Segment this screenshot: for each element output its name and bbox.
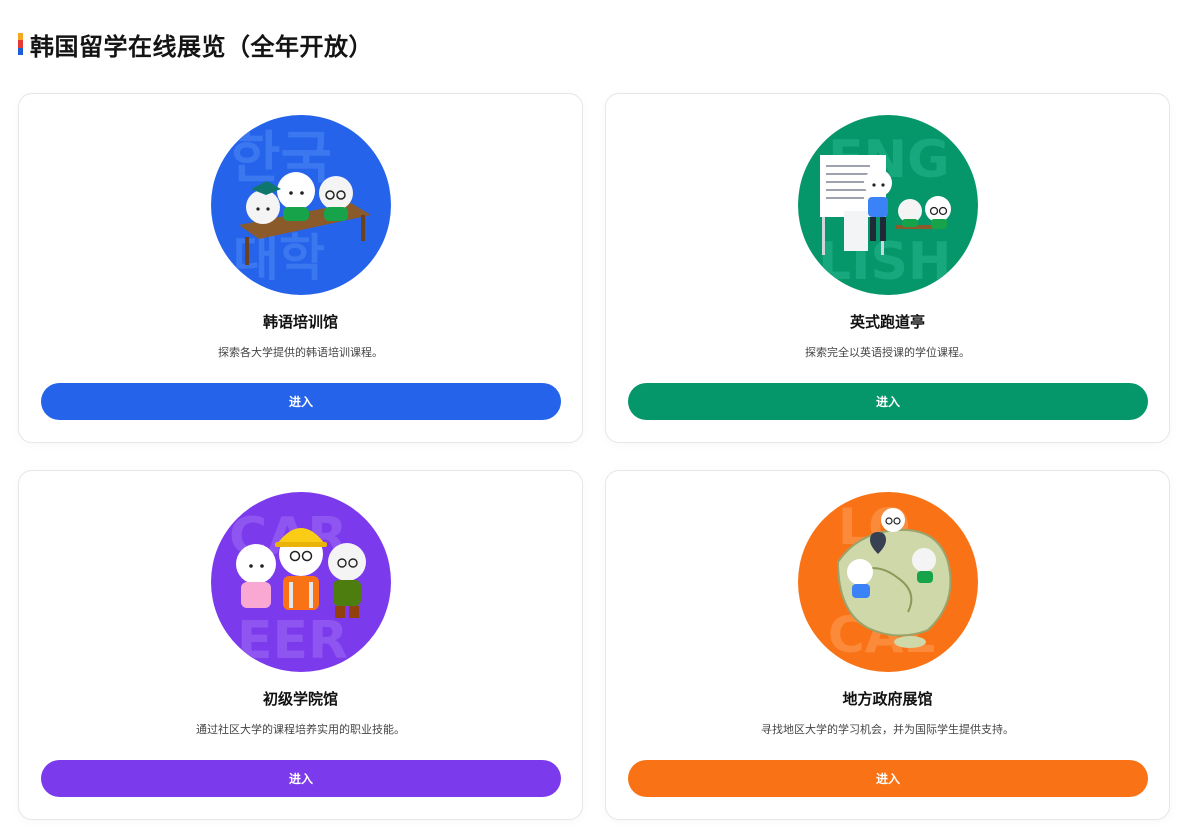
enter-college-button[interactable]: 进入 — [41, 760, 561, 797]
card-description: 探索完全以英语授课的学位课程。 — [805, 346, 970, 359]
pavilion-card-korean: 한국 대학 韩语培训馆 探索各大学提供的韩语培训课程。 进入 — [18, 93, 583, 443]
pavilion-card-college: CAR EER — [18, 470, 583, 820]
page: 韩国留学在线展览（全年开放） 한국 대학 韩语培训馆 探索各大学提供的韩语培训课… — [0, 0, 1189, 832]
card-description: 通过社区大学的课程培养实用的职业技能。 — [196, 723, 405, 736]
title-accent-bar — [18, 33, 23, 55]
card-title: 地方政府展馆 — [842, 690, 933, 708]
card-description: 探索各大学提供的韩语培训课程。 — [218, 346, 383, 359]
page-title: 韩国留学在线展览（全年开放） — [30, 32, 373, 61]
svg-text:EER: EER — [237, 611, 348, 671]
card-title: 初级学院馆 — [262, 690, 338, 708]
card-title: 英式跑道亭 — [849, 313, 925, 331]
enter-english-button[interactable]: 进入 — [628, 383, 1148, 420]
page-header: 韩国留学在线展览（全年开放） — [18, 27, 373, 61]
pavilion-card-english: ENG LISH 英式跑道亭 探索完全以英语授课的学位课程。 进入 — [605, 93, 1170, 443]
enter-local-button[interactable]: 进入 — [628, 760, 1148, 797]
korea-map-illustration: LO CAL — [798, 492, 978, 672]
enter-korean-button[interactable]: 进入 — [41, 383, 561, 420]
english-class-illustration: ENG LISH — [798, 115, 978, 295]
pavilion-card-local: LO CAL 地方政府展馆 寻找地区大学的学习机会，并为国际学生提供支持。 进入 — [605, 470, 1170, 820]
pavilion-grid: 한국 대학 韩语培训馆 探索各大学提供的韩语培训课程。 进入 ENG LISH … — [18, 93, 1170, 820]
card-title: 韩语培训馆 — [262, 313, 338, 331]
career-workers-illustration: CAR EER — [211, 492, 391, 672]
korean-class-illustration: 한국 대학 — [211, 115, 391, 295]
card-description: 寻找地区大学的学习机会，并为国际学生提供支持。 — [761, 723, 1014, 736]
